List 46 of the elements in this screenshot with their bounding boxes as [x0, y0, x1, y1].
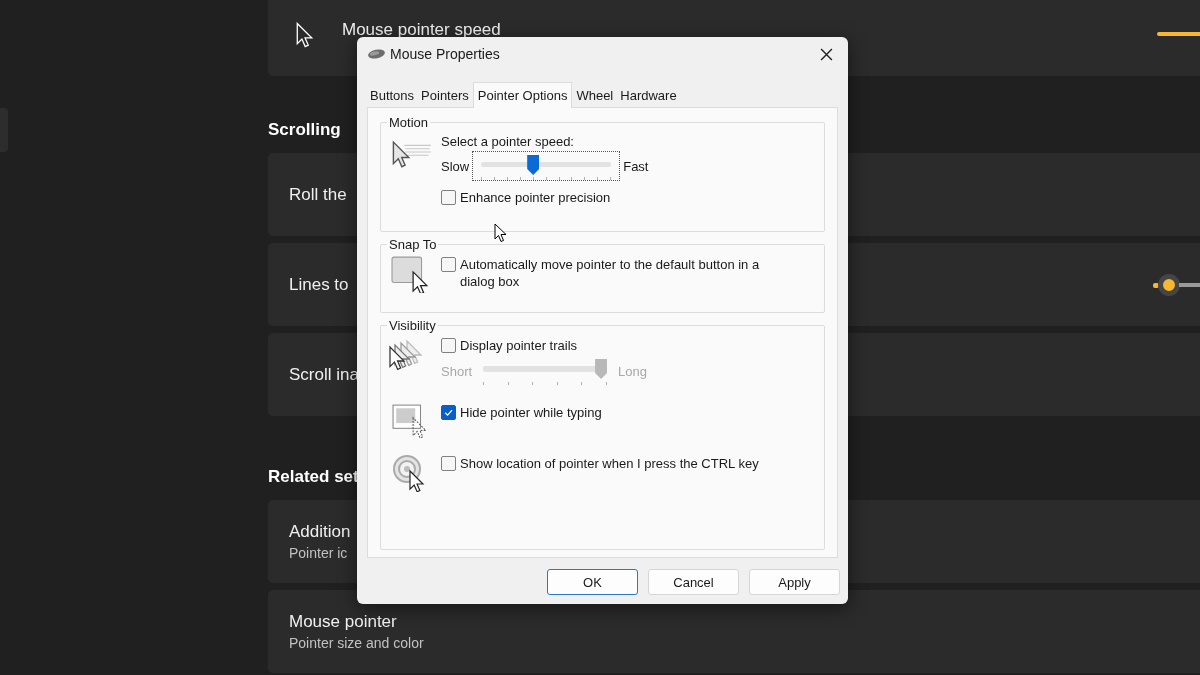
card-subtitle: Pointer size and color: [289, 635, 424, 651]
checkbox[interactable]: [441, 338, 456, 353]
checkbox-label: Hide pointer while typing: [460, 404, 603, 421]
slider-caption: Select a pointer speed:: [441, 134, 575, 149]
slider-fill: [1153, 282, 1159, 288]
card-title: Roll the: [289, 184, 347, 205]
tab[interactable]: Hardware: [617, 85, 680, 107]
checkmark-icon: [443, 407, 454, 418]
setting-card[interactable]: Mouse pointer Pointer size and color: [268, 590, 1200, 673]
mouse-cursor-icon: [494, 223, 508, 243]
card-title: Mouse pointer speed: [342, 20, 501, 40]
checkbox[interactable]: [441, 456, 456, 471]
mouse-icon: [367, 48, 386, 60]
pointer-icon: [295, 22, 314, 48]
dialog-button[interactable]: Apply: [749, 569, 840, 595]
dialog-button[interactable]: OK: [547, 569, 638, 595]
card-title: Mouse pointer: [289, 612, 398, 632]
slider-min-label: Slow: [441, 158, 470, 174]
card-title: Addition: [289, 522, 351, 542]
card-title: Lines to: [289, 274, 349, 295]
window-title: Mouse Properties: [390, 46, 501, 62]
card-subtitle: Pointer ic: [289, 545, 349, 561]
section-heading: Related set: [268, 466, 359, 488]
close-icon: [819, 47, 833, 61]
checkbox-label: Automatically move pointer to the default button in a dialog box: [460, 256, 761, 290]
dialog-button[interactable]: Cancel: [648, 569, 739, 595]
tab[interactable]: Pointers: [418, 85, 472, 107]
checkbox[interactable]: [441, 190, 456, 205]
checkbox-label: Display pointer trails: [460, 337, 579, 354]
slider-thumb[interactable]: [1158, 274, 1180, 296]
slider[interactable]: [472, 151, 621, 181]
group-title: Motion: [388, 115, 430, 130]
checkbox-label: Enhance pointer precision: [460, 189, 612, 206]
group-title: Visibility: [388, 318, 437, 333]
checkbox[interactable]: [441, 257, 456, 272]
slider-thumb[interactable]: [527, 155, 540, 175]
group-title: Snap To: [388, 237, 438, 252]
tab[interactable]: Wheel: [573, 85, 617, 107]
slider-min-label: Short: [441, 363, 473, 379]
tab[interactable]: Pointer Options: [472, 82, 573, 108]
checkbox[interactable]: [441, 405, 456, 420]
tab[interactable]: Buttons: [367, 85, 418, 107]
slider-max-label: Fast: [623, 158, 649, 174]
section-heading: Scrolling: [268, 119, 341, 141]
slider-max-label: Long: [618, 363, 647, 379]
checkbox-label: Show location of pointer when I press the CTRL key: [460, 455, 760, 472]
